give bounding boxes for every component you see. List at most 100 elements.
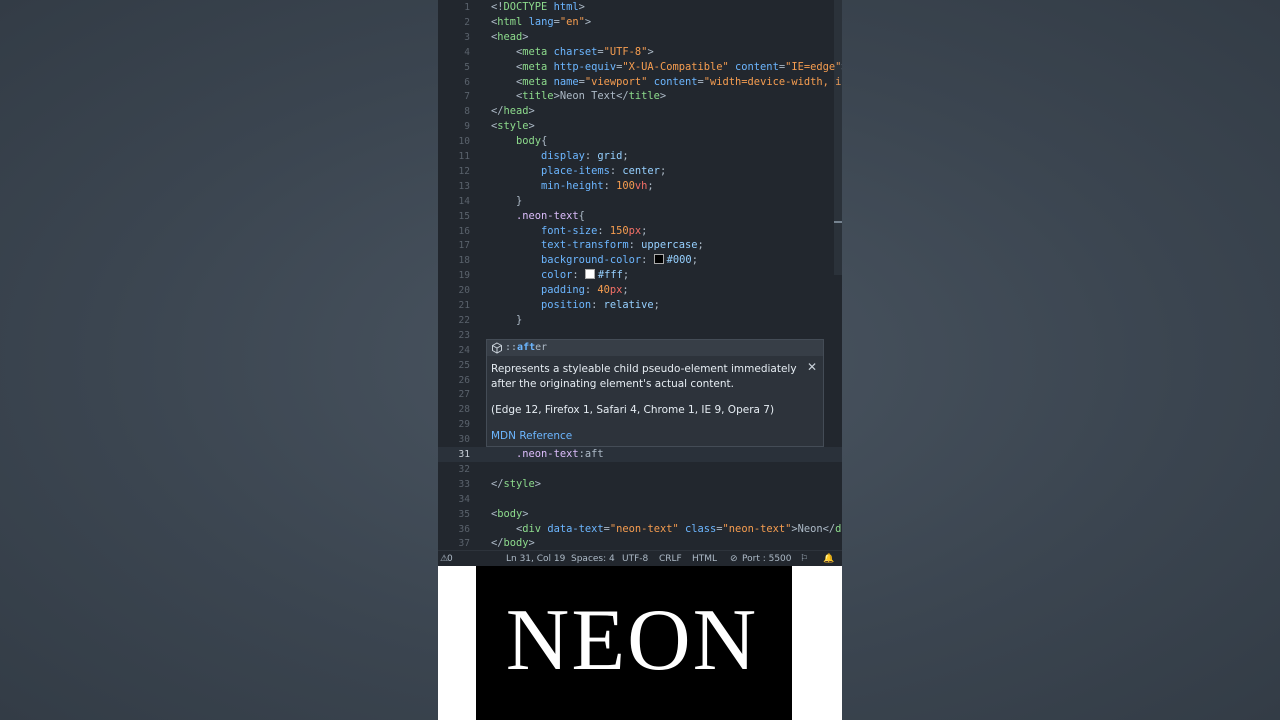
- code-line[interactable]: 10 body{: [438, 134, 842, 149]
- line-number: 29: [458, 419, 470, 431]
- code-line[interactable]: 14 }: [438, 194, 842, 209]
- line-number: 34: [458, 493, 470, 505]
- code-text: <meta name="viewport" content="width=dev…: [491, 75, 842, 88]
- language-mode[interactable]: HTML: [692, 551, 717, 566]
- line-number: 1: [464, 2, 470, 13]
- code-text: <head>: [491, 30, 529, 43]
- browser-compat: (Edge 12, Firefox 1, Safari 4, Chrome 1,…: [491, 404, 775, 416]
- code-line[interactable]: 22 }: [438, 313, 842, 328]
- line-number: 5: [464, 61, 470, 73]
- code-line[interactable]: 18 background-color: #000;: [438, 253, 842, 268]
- line-number: 16: [458, 225, 470, 237]
- code-line[interactable]: 2 <html lang="en">: [438, 15, 842, 30]
- code-text: background-color: #000;: [541, 254, 698, 267]
- line-number: 15: [458, 210, 470, 222]
- code-line[interactable]: 5 <meta http-equiv="X-UA-Compatible" con…: [438, 60, 842, 75]
- code-line[interactable]: 6 <meta name="viewport" content="width=d…: [438, 75, 842, 90]
- encoding[interactable]: UTF-8: [622, 551, 648, 566]
- code-line[interactable]: 15 .neon-text{: [438, 209, 842, 224]
- scrollbar-thumb[interactable]: [834, 0, 842, 275]
- line-number: 18: [458, 255, 470, 267]
- code-text: color: #fff;: [541, 269, 630, 282]
- code-text: <title>Neon Text</title>: [491, 90, 667, 103]
- code-text: .neon-text:aft: [516, 448, 604, 460]
- code-line[interactable]: 1 <!DOCTYPE html>: [438, 0, 842, 15]
- bell-icon[interactable]: 🔔: [823, 551, 834, 566]
- code-line[interactable]: 32: [438, 462, 842, 477]
- code-text: <div data-text="neon-text" class="neon-t…: [491, 522, 842, 535]
- line-number: 11: [458, 151, 470, 162]
- code-line[interactable]: 3 <head>: [438, 30, 842, 45]
- code-line[interactable]: 4 <meta charset="UTF-8">: [438, 45, 842, 60]
- line-number: 13: [458, 180, 470, 192]
- line-number: 23: [458, 329, 470, 341]
- problems-count[interactable]: 0: [447, 551, 453, 566]
- code-line[interactable]: 16 font-size: 150px;: [438, 224, 842, 239]
- code-text: <html lang="en">: [491, 15, 592, 28]
- right-edge: [792, 566, 820, 720]
- code-text: font-size: 150px;: [541, 224, 648, 237]
- suggestion-label: ::after: [505, 342, 548, 353]
- scrollbar-marker: [834, 221, 842, 223]
- code-text: <meta charset="UTF-8">: [491, 45, 654, 58]
- code-line[interactable]: 35 <body>: [438, 507, 842, 522]
- code-line[interactable]: 37 </body>: [438, 536, 842, 550]
- code-text: <style>: [491, 120, 535, 133]
- code-line[interactable]: 34: [438, 492, 842, 507]
- indentation[interactable]: Spaces: 4: [571, 551, 615, 566]
- code-text: min-height: 100vh;: [541, 179, 654, 192]
- autocomplete-popup: ::after Represents a styleable child pse…: [486, 339, 824, 447]
- code-line[interactable]: 12 place-items: center;: [438, 164, 842, 179]
- code-line[interactable]: 31 .neon-text:aft: [438, 447, 842, 462]
- line-number: 28: [458, 404, 470, 416]
- suggestion-item-after[interactable]: ::after: [487, 340, 823, 356]
- code-text: padding: 40px;: [541, 284, 629, 297]
- line-number: 10: [458, 136, 470, 148]
- line-number: 3: [464, 31, 470, 43]
- code-line[interactable]: 19 color: #fff;: [438, 268, 842, 283]
- line-number: 31: [458, 449, 470, 460]
- code-line[interactable]: 17 text-transform: uppercase;: [438, 238, 842, 253]
- code-text: </style>: [491, 477, 542, 490]
- neon-text: NEON: [505, 592, 759, 689]
- code-line[interactable]: 13 min-height: 100vh;: [438, 179, 842, 194]
- code-area[interactable]: 1 <!DOCTYPE html> 2 <html lang="en"> 3 <head>…: [438, 0, 842, 550]
- cursor-position[interactable]: Ln 31, Col 19: [506, 551, 565, 566]
- code-line[interactable]: 11 display: grid;: [438, 149, 842, 164]
- line-number: 19: [458, 270, 470, 282]
- feedback-icon[interactable]: ⚐: [800, 551, 808, 566]
- browser-preview: NEON: [438, 566, 842, 720]
- line-number: 20: [458, 285, 470, 297]
- code-line[interactable]: 33 </style>: [438, 477, 842, 492]
- line-ending[interactable]: CRLF: [659, 551, 682, 566]
- code-line[interactable]: 9 <style>: [438, 119, 842, 134]
- live-server-port[interactable]: Port : 5500: [742, 551, 792, 566]
- line-number: 32: [458, 463, 470, 475]
- code-text: <body>: [491, 507, 529, 520]
- code-editor[interactable]: 1 <!DOCTYPE html> 2 <html lang="en"> 3 <head>…: [438, 0, 842, 566]
- mdn-reference-link[interactable]: MDN Reference: [491, 430, 572, 442]
- line-number: 25: [458, 359, 470, 371]
- color-swatch-icon[interactable]: [584, 269, 595, 280]
- port-icon: ⊘: [730, 554, 738, 564]
- color-swatch-icon[interactable]: [653, 254, 664, 265]
- close-icon[interactable]: ✕: [807, 360, 817, 374]
- property-icon: [492, 342, 502, 354]
- line-number: 33: [458, 478, 470, 490]
- status-bar: ⚠ 0 Ln 31, Col 19 Spaces: 4 UTF-8 CRLF H…: [438, 550, 842, 566]
- line-number: 2: [464, 16, 470, 28]
- line-number: 36: [458, 523, 470, 535]
- code-line[interactable]: 20 padding: 40px;: [438, 283, 842, 298]
- code-text: }: [491, 194, 523, 207]
- line-number: 6: [464, 76, 470, 88]
- code-text: .neon-text{: [516, 209, 585, 222]
- code-line[interactable]: 21 position: relative;: [438, 298, 842, 313]
- code-text: <meta http-equiv="X-UA-Compatible" conte…: [491, 60, 842, 73]
- line-number: 24: [458, 344, 470, 356]
- code-text: </head>: [491, 105, 535, 118]
- code-line[interactable]: 7 <title>Neon Text</title>: [438, 89, 842, 104]
- code-line[interactable]: 36 <div data-text="neon-text" class="neo…: [438, 522, 842, 537]
- line-number: 4: [464, 46, 470, 58]
- line-number: 35: [458, 508, 470, 520]
- code-line[interactable]: 8 </head>: [438, 104, 842, 119]
